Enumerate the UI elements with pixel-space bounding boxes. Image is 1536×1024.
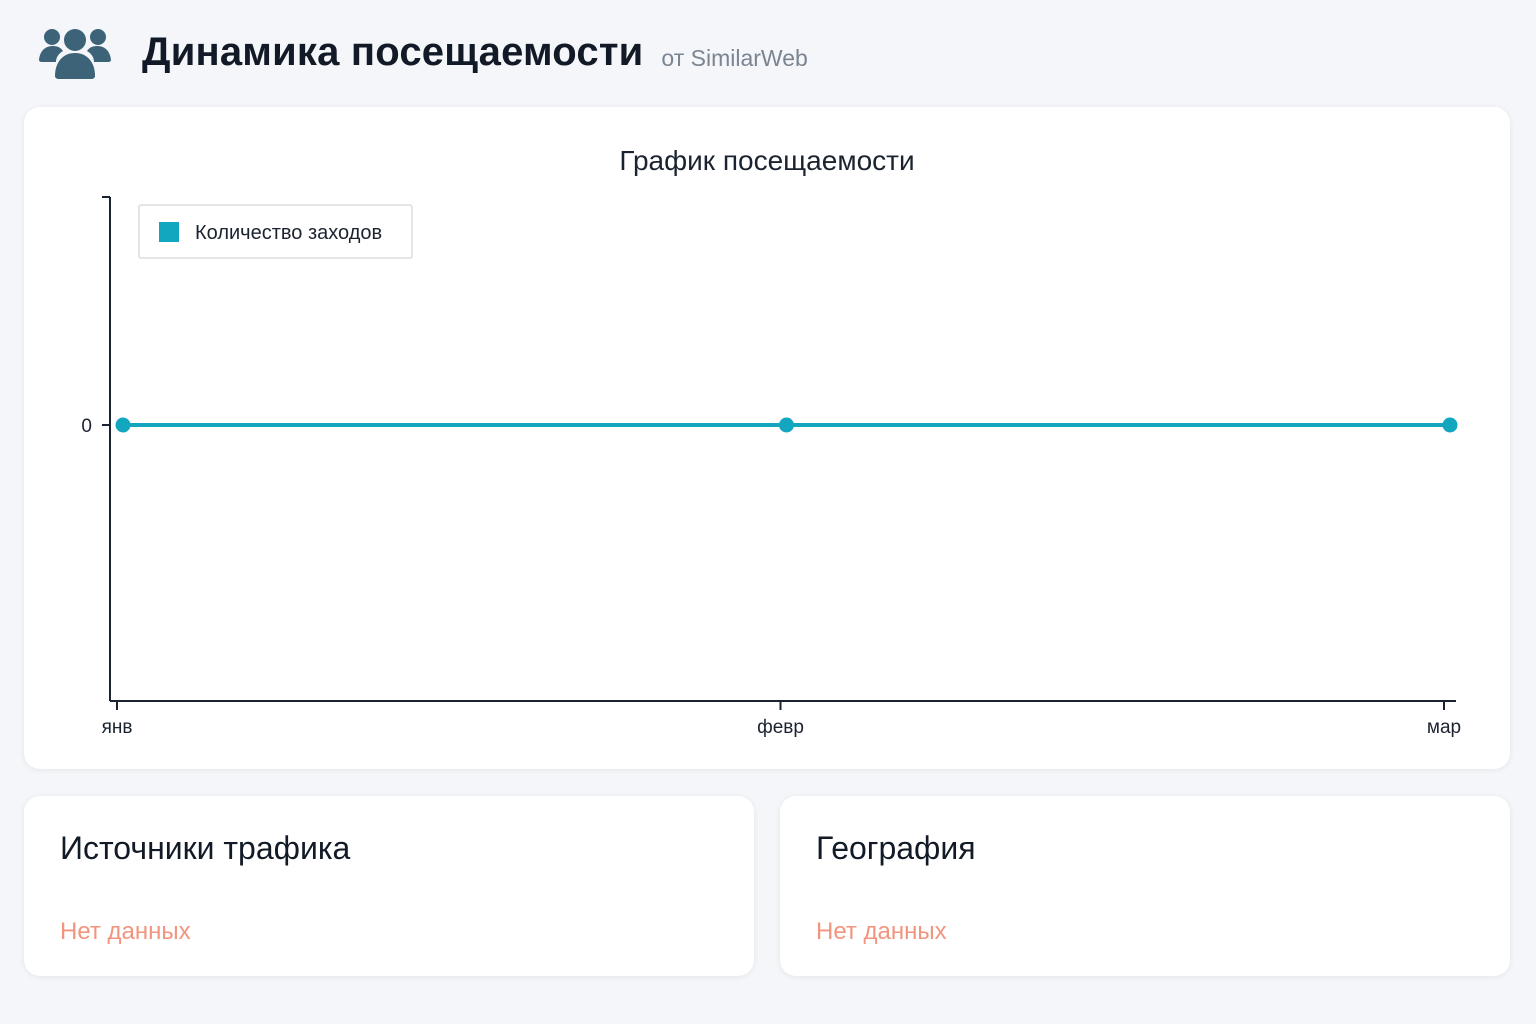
chart-axes — [102, 196, 1456, 702]
traffic-sources-title: Источники трафика — [60, 830, 351, 866]
chart-legend: Количество заходов — [138, 204, 413, 259]
page-header: Динамика посещаемости от SimilarWeb — [38, 22, 808, 82]
data-point[interactable] — [779, 417, 794, 433]
geography-empty: Нет данных — [816, 918, 947, 945]
geography-title: География — [816, 830, 976, 866]
users-group-icon — [39, 29, 111, 79]
x-tick-label: янв — [102, 717, 133, 738]
x-ticks: янв февр мар — [102, 701, 1461, 738]
traffic-sources-card: Источники трафика Нет данных — [24, 796, 754, 976]
chart-title: График посещаемости — [619, 145, 914, 176]
legend-swatch — [159, 222, 179, 242]
page-subtitle: от SimilarWeb — [661, 44, 808, 71]
traffic-chart: График посещаемости 0 янв февр мар Количес… — [81, 145, 1461, 738]
y-ticks: 0 — [81, 416, 110, 437]
x-tick-label: февр — [757, 717, 804, 738]
x-tick-label: мар — [1427, 717, 1461, 738]
legend-label[interactable]: Количество заходов — [195, 222, 382, 244]
traffic-sources-empty: Нет данных — [60, 918, 191, 945]
page-title: Динамика посещаемости — [142, 29, 644, 74]
data-point[interactable] — [1442, 417, 1458, 433]
y-tick-label: 0 — [81, 416, 92, 437]
geography-card: География Нет данных — [780, 796, 1510, 976]
data-point[interactable] — [115, 417, 131, 433]
series-layer — [115, 417, 1458, 433]
traffic-chart-card: График посещаемости 0 янв февр мар Количес… — [24, 107, 1510, 769]
